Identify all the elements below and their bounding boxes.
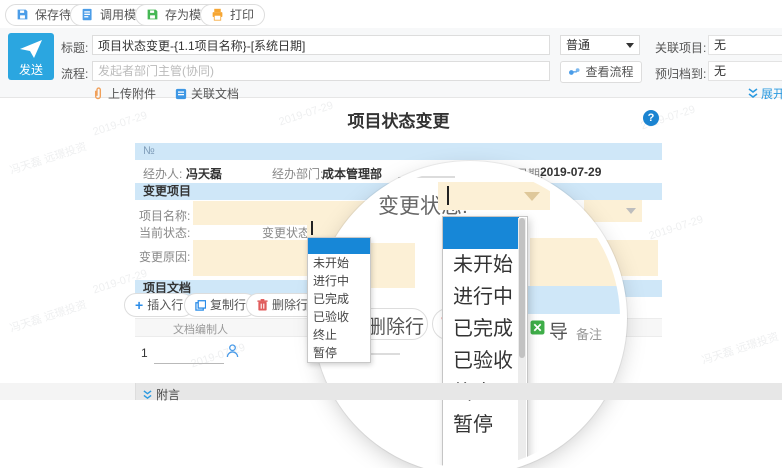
lens-change-status-input — [438, 182, 550, 210]
numero-label: № — [143, 143, 155, 160]
numero-row: № — [135, 143, 662, 160]
flow-chart-icon — [568, 67, 581, 78]
save-icon — [16, 8, 31, 23]
document-icon — [175, 88, 187, 100]
lens-scrollbar-thumb — [519, 218, 525, 358]
upload-attachment-link[interactable]: 上传附件 — [92, 85, 156, 102]
expand-label: 展开 — [761, 85, 782, 102]
doc-table-col-creator: 文档编制人 — [173, 321, 228, 337]
priority-value: 普通 — [566, 38, 590, 52]
chevron-down-icon — [626, 43, 634, 48]
lens-scrollbar-track — [518, 218, 526, 468]
flow-label: 流程: — [61, 65, 88, 82]
text-caret — [311, 221, 313, 235]
copy-icon — [195, 300, 206, 311]
priority-select[interactable]: 普通 — [560, 35, 640, 55]
current-status-label: 当前状态: — [139, 224, 190, 241]
flow-input[interactable] — [92, 61, 550, 81]
status-option-empty[interactable] — [308, 238, 370, 254]
doc-row-index: 1 — [141, 346, 148, 360]
print-button[interactable]: 打印 — [200, 4, 265, 26]
print-label: 打印 — [230, 5, 254, 25]
lens-text-caret — [447, 186, 449, 205]
footer-bar: 附言 — [0, 383, 782, 400]
lens-cream-fragment-right — [530, 238, 620, 288]
related-project-label: 关联项目: — [655, 39, 706, 56]
lens-excel-icon — [530, 320, 545, 335]
person-picker-icon[interactable] — [226, 344, 239, 358]
status-option[interactable]: 暂停 — [308, 344, 370, 362]
lens-remark-label: 备注 — [576, 324, 602, 343]
footer-left-strip — [0, 383, 136, 400]
double-chevron-down-icon — [748, 88, 758, 99]
upload-attachment-label: 上传附件 — [108, 85, 156, 102]
note-toggle[interactable]: 附言 — [143, 386, 180, 403]
change-reason-label: 变更原因: — [139, 248, 190, 265]
paper-plane-icon — [19, 38, 43, 60]
delete-row-label: 删除行 — [272, 295, 308, 315]
status-option[interactable]: 未开始 — [308, 254, 370, 272]
form-title: 项目状态变更 — [135, 107, 662, 132]
expand-toggle[interactable]: 展开 — [748, 85, 782, 102]
status-option[interactable]: 已验收 — [308, 308, 370, 326]
status-dropdown: 未开始 进行中 已完成 已验收 终止 暂停 — [307, 237, 371, 363]
lens-underline-fragment — [395, 176, 455, 178]
paperclip-icon — [92, 87, 104, 100]
lens-option: 进行中 — [443, 281, 519, 313]
lens-option-empty — [443, 217, 519, 249]
title-label: 标题: — [61, 39, 88, 56]
lens-option: 暂停 — [443, 409, 519, 441]
plus-icon: + — [135, 295, 143, 315]
related-project-value: 无 — [714, 38, 726, 52]
project-risk-select[interactable] — [584, 200, 642, 222]
operator-value: 冯天磊 — [186, 165, 222, 182]
lens-delete-row-label: 删除行 — [367, 312, 424, 339]
dept-value: 成本管理部 — [322, 165, 382, 182]
link-document-link[interactable]: 关联文档 — [175, 85, 239, 102]
note-label: 附言 — [156, 386, 180, 403]
view-flow-label: 查看流程 — [585, 62, 633, 82]
top-toolbar: 保存待发 调用模板 存为模板 打印 — [0, 0, 782, 29]
operator-label: 经办人: — [143, 165, 182, 182]
prearchive-field[interactable]: 无 — [708, 61, 782, 81]
lens-status-dropdown: 未开始 进行中 已完成 已验收 终止 暂停 — [442, 216, 528, 468]
lens-option: 已完成 — [443, 313, 519, 345]
status-option[interactable]: 进行中 — [308, 272, 370, 290]
prearchive-label: 预归档到: — [655, 65, 706, 82]
status-option[interactable]: 已完成 — [308, 290, 370, 308]
view-flow-button[interactable]: 查看流程 — [560, 61, 642, 83]
title-input[interactable] — [92, 35, 550, 55]
date-value: 2019-07-29 — [540, 165, 601, 179]
send-button[interactable]: 发送 — [8, 33, 54, 80]
copy-row-label: 复制行 — [210, 295, 246, 315]
chevron-down-icon — [626, 208, 636, 214]
prearchive-value: 无 — [714, 64, 726, 78]
double-chevron-down-icon — [143, 390, 152, 400]
save-as-template-icon — [146, 8, 161, 23]
lens-export-label: 导 — [549, 317, 568, 344]
related-project-field[interactable]: 无 — [708, 35, 782, 55]
lens-chevron-down-icon — [524, 192, 540, 201]
trash-icon — [257, 299, 268, 311]
send-header: 发送 标题: 普通 关联项目: 无 流程: 查看流程 预归档到: 无 上传附件 … — [0, 28, 782, 98]
project-name-label: 项目名称: — [139, 207, 190, 224]
help-icon[interactable]: ? — [643, 110, 659, 126]
lens-option: 已验收 — [443, 345, 519, 377]
insert-row-label: 插入行 — [147, 295, 183, 315]
lens-option: 未开始 — [443, 249, 519, 281]
link-document-label: 关联文档 — [191, 85, 239, 102]
doc-creator-input[interactable] — [154, 343, 224, 364]
lens-section-band-fragment — [528, 286, 620, 314]
send-button-label: 发送 — [8, 61, 54, 78]
template-icon — [81, 8, 96, 23]
print-icon — [211, 8, 226, 23]
status-option[interactable]: 终止 — [308, 326, 370, 344]
change-status-label: 变更状态: — [262, 224, 313, 241]
dept-label: 经办部门: — [272, 165, 323, 182]
